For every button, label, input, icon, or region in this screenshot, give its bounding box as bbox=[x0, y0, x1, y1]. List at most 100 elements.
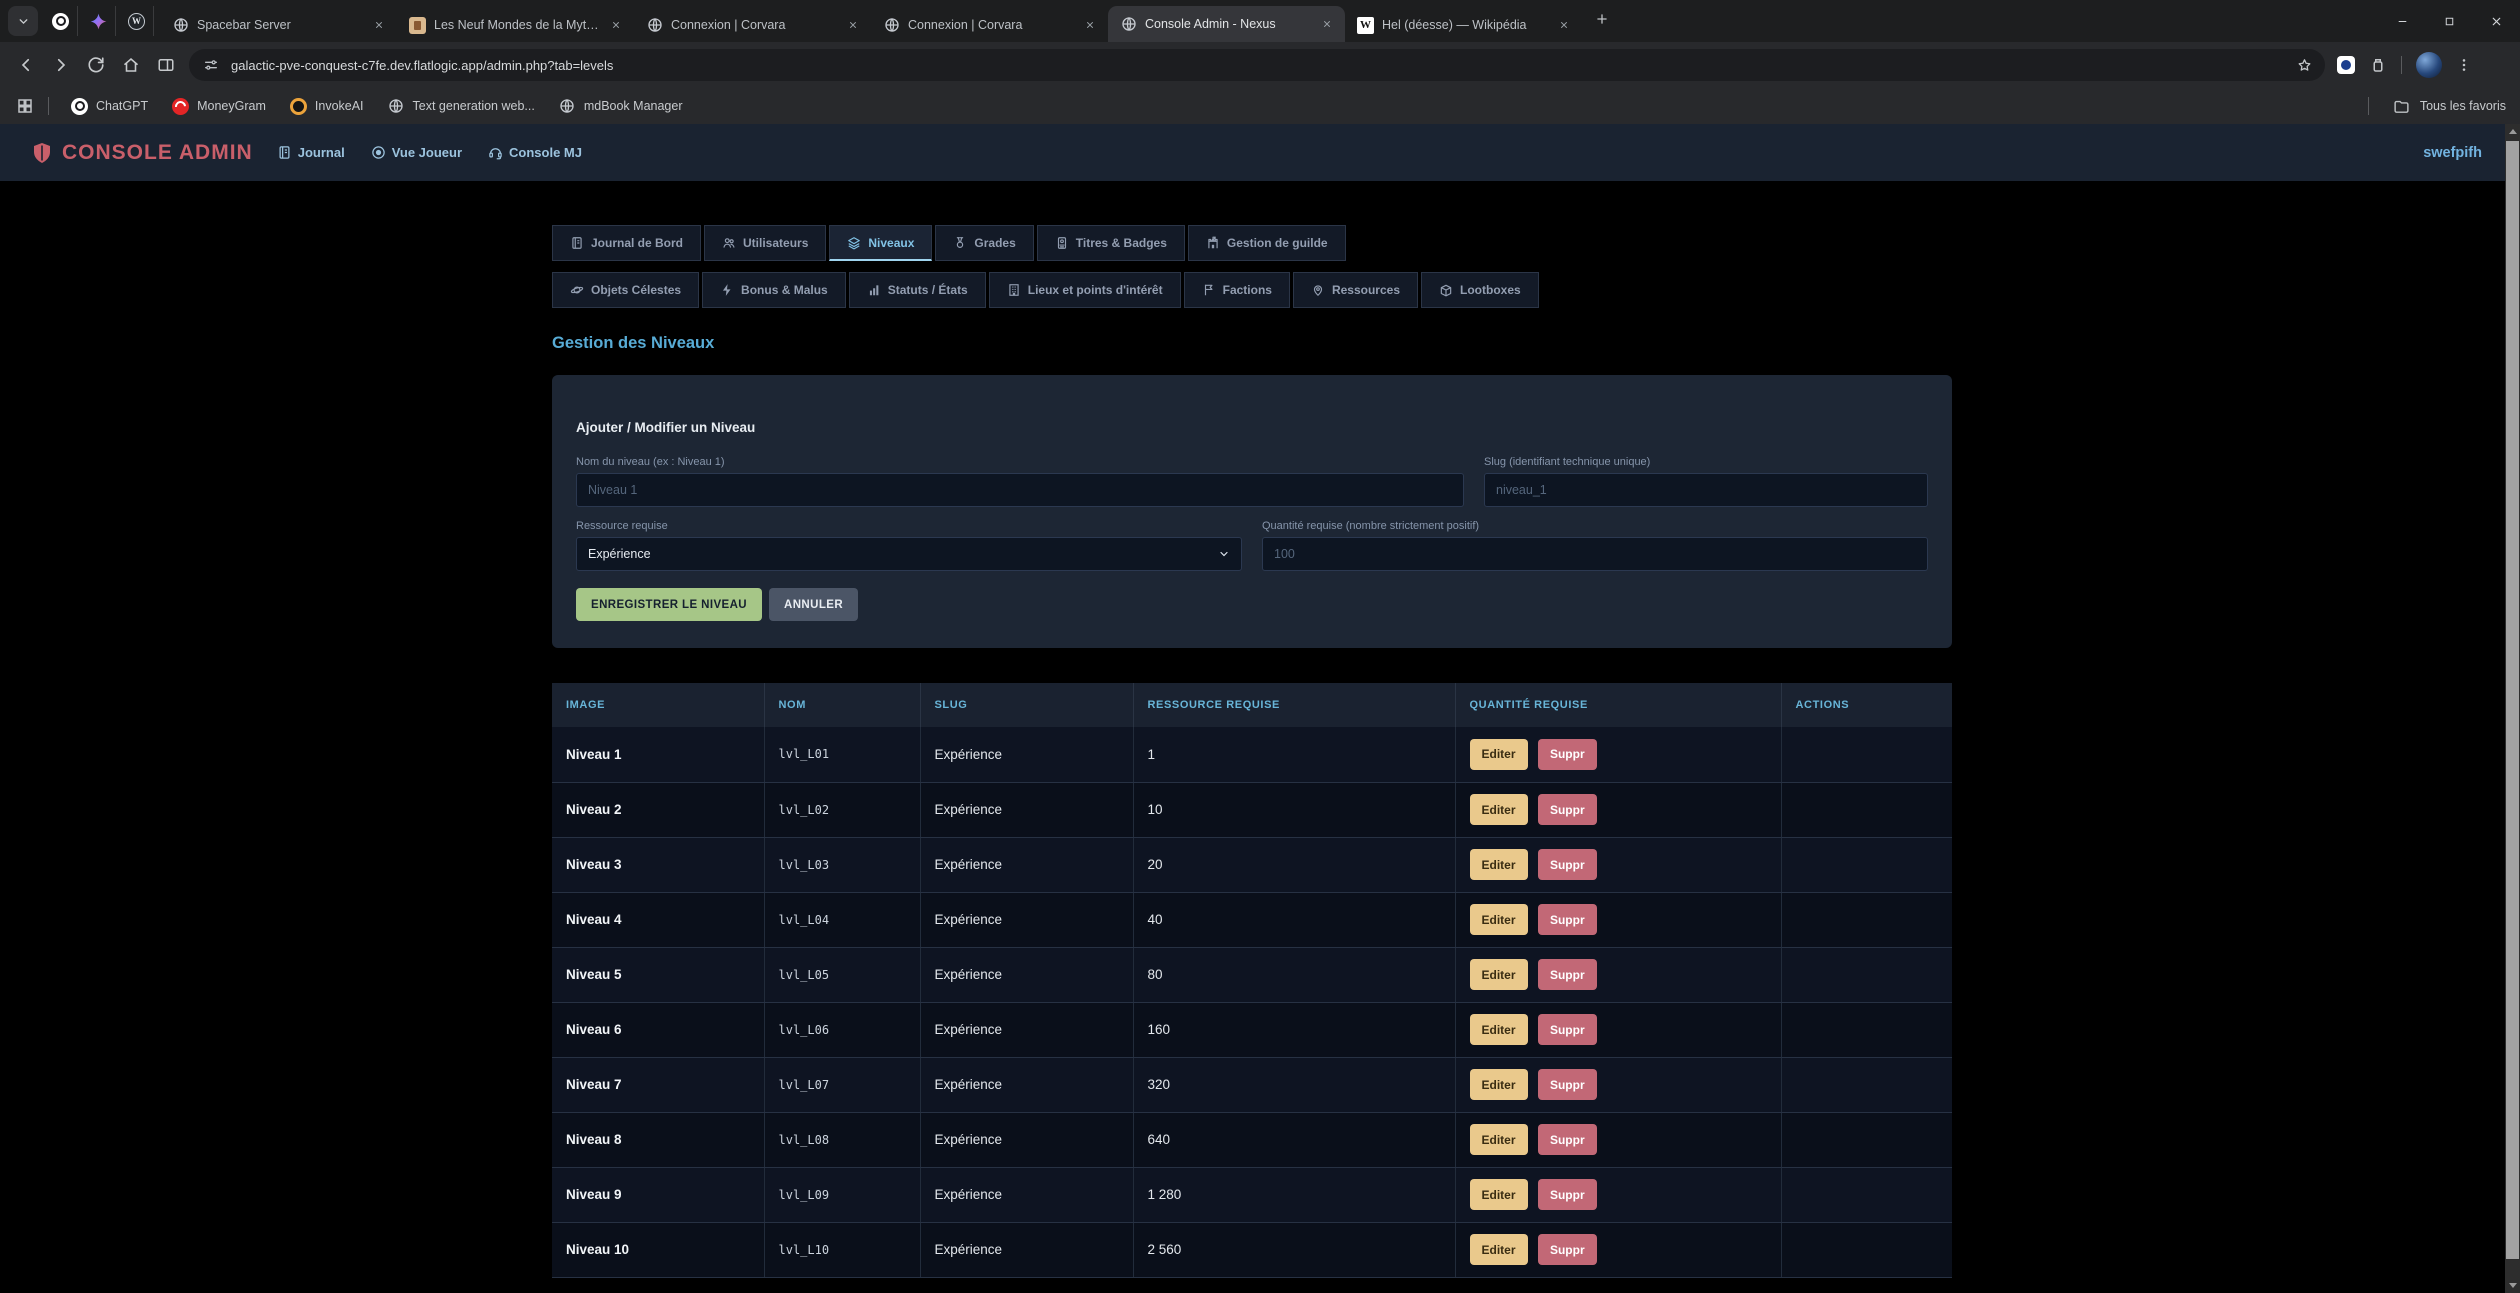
resource-select[interactable]: Expérience bbox=[576, 537, 1242, 571]
browser-tab[interactable]: Console Admin - Nexus bbox=[1108, 6, 1345, 42]
address-bar[interactable]: galactic-pve-conquest-c7fe.dev.flatlogic… bbox=[189, 49, 2325, 81]
tab-title: Connexion | Corvara bbox=[908, 18, 1073, 32]
secondary-tab[interactable]: Statuts / États bbox=[849, 272, 986, 308]
username[interactable]: swefpifh bbox=[2423, 145, 2482, 161]
quantity-input[interactable] bbox=[1262, 537, 1928, 571]
browser-tab[interactable]: Hel (déesse) — Wikipédia bbox=[1345, 8, 1582, 42]
name-input[interactable] bbox=[576, 473, 1464, 507]
secondary-tab[interactable]: Lootboxes bbox=[1421, 272, 1539, 308]
delete-button[interactable]: Suppr bbox=[1538, 1124, 1597, 1155]
new-tab-button[interactable] bbox=[1588, 5, 1616, 33]
wordpress-pinned-tab-icon[interactable] bbox=[120, 6, 154, 36]
empty-actions-cell bbox=[1781, 947, 1952, 1002]
edit-button[interactable]: Editer bbox=[1470, 1234, 1528, 1265]
home-icon[interactable] bbox=[113, 48, 148, 82]
tab-title: Les Neuf Mondes de la Mythol... bbox=[434, 18, 599, 32]
primary-tab[interactable]: Utilisateurs bbox=[704, 225, 826, 261]
primary-tab[interactable]: Journal de Bord bbox=[552, 225, 701, 261]
bookmark-item[interactable]: Text generation web... bbox=[376, 93, 547, 119]
maximize-icon[interactable] bbox=[2426, 0, 2473, 42]
delete-button[interactable]: Suppr bbox=[1538, 1069, 1597, 1100]
reload-icon[interactable] bbox=[78, 48, 113, 82]
minimize-icon[interactable] bbox=[2379, 0, 2426, 42]
edit-button[interactable]: Editer bbox=[1470, 739, 1528, 770]
scrollbar-up-arrow-icon[interactable] bbox=[2505, 124, 2520, 139]
tab-close-icon[interactable] bbox=[1555, 17, 1572, 34]
delete-button[interactable]: Suppr bbox=[1538, 1234, 1597, 1265]
gemini-pinned-tab-icon[interactable] bbox=[82, 6, 116, 36]
edit-button[interactable]: Editer bbox=[1470, 849, 1528, 880]
url-text[interactable]: galactic-pve-conquest-c7fe.dev.flatlogic… bbox=[231, 58, 613, 73]
edit-button[interactable]: Editer bbox=[1470, 959, 1528, 990]
primary-tab[interactable]: Grades bbox=[935, 225, 1033, 261]
delete-button[interactable]: Suppr bbox=[1538, 849, 1597, 880]
browser-tab[interactable]: Connexion | Corvara bbox=[634, 8, 871, 42]
browser-tab[interactable]: Spacebar Server bbox=[160, 8, 397, 42]
primary-tab[interactable]: Gestion de guilde bbox=[1188, 225, 1346, 261]
chatgpt-pinned-tab-icon[interactable] bbox=[44, 6, 78, 36]
profile-avatar[interactable] bbox=[2416, 52, 2442, 78]
delete-button[interactable]: Suppr bbox=[1538, 904, 1597, 935]
tab-search-button[interactable] bbox=[8, 6, 38, 36]
close-window-icon[interactable] bbox=[2473, 0, 2520, 42]
secondary-tab[interactable]: Factions bbox=[1184, 272, 1290, 308]
cancel-button[interactable]: ANNULER bbox=[769, 588, 858, 621]
browser-tab[interactable]: Les Neuf Mondes de la Mythol... bbox=[397, 8, 634, 42]
header-nav-item[interactable]: Journal bbox=[277, 145, 345, 160]
window-controls bbox=[2379, 0, 2520, 42]
edit-button[interactable]: Editer bbox=[1470, 1014, 1528, 1045]
pinned-tabs bbox=[44, 6, 154, 36]
bookmark-item[interactable]: ChatGPT bbox=[59, 93, 160, 119]
edit-button[interactable]: Editer bbox=[1470, 794, 1528, 825]
secondary-tab[interactable]: Objets Célestes bbox=[552, 272, 699, 308]
apps-grid-icon[interactable] bbox=[16, 97, 34, 115]
delete-button[interactable]: Suppr bbox=[1538, 794, 1597, 825]
header-nav-item[interactable]: Console MJ bbox=[488, 145, 582, 160]
primary-tab[interactable]: Niveaux bbox=[829, 225, 932, 261]
back-icon[interactable] bbox=[8, 48, 43, 82]
level-resource: Expérience bbox=[920, 1057, 1133, 1112]
extension-icon[interactable] bbox=[2337, 56, 2355, 74]
site-settings-icon[interactable] bbox=[203, 57, 219, 73]
scrollbar-down-arrow-icon[interactable] bbox=[2505, 1278, 2520, 1293]
bookmark-star-icon[interactable] bbox=[2296, 57, 2313, 74]
delete-button[interactable]: Suppr bbox=[1538, 959, 1597, 990]
tab-label: Bonus & Malus bbox=[741, 283, 828, 297]
delete-button[interactable]: Suppr bbox=[1538, 739, 1597, 770]
table-row: Niveau 9 lvl_L09 Expérience 1 280 Editer… bbox=[552, 1167, 1952, 1222]
save-level-button[interactable]: ENREGISTRER LE NIVEAU bbox=[576, 588, 762, 621]
brand[interactable]: CONSOLE ADMIN bbox=[30, 141, 253, 165]
forward-icon[interactable] bbox=[43, 48, 78, 82]
bookmark-item[interactable]: mdBook Manager bbox=[547, 93, 695, 119]
tab-close-icon[interactable] bbox=[844, 17, 861, 34]
edit-button[interactable]: Editer bbox=[1470, 1069, 1528, 1100]
tab-title: Connexion | Corvara bbox=[671, 18, 836, 32]
edit-button[interactable]: Editer bbox=[1470, 1124, 1528, 1155]
bookmark-item[interactable]: InvokeAI bbox=[278, 93, 376, 119]
tab-close-icon[interactable] bbox=[1318, 16, 1335, 33]
scrollbar-thumb[interactable] bbox=[2506, 141, 2519, 1259]
secondary-tab[interactable]: Bonus & Malus bbox=[702, 272, 846, 308]
secondary-tab[interactable]: Ressources bbox=[1293, 272, 1418, 308]
browser-tab[interactable]: Connexion | Corvara bbox=[871, 8, 1108, 42]
delete-button[interactable]: Suppr bbox=[1538, 1014, 1597, 1045]
extension-jar-icon[interactable] bbox=[2369, 56, 2387, 74]
column-header: QUANTITÉ REQUISE bbox=[1455, 683, 1781, 727]
scrollbar[interactable] bbox=[2505, 124, 2520, 1293]
tab-close-icon[interactable] bbox=[370, 17, 387, 34]
header-nav-item[interactable]: Vue Joueur bbox=[371, 145, 462, 160]
tab-close-icon[interactable] bbox=[1081, 17, 1098, 34]
secondary-tab[interactable]: Lieux et points d'intérêt bbox=[989, 272, 1181, 308]
all-bookmarks[interactable]: Tous les favoris bbox=[2368, 97, 2506, 115]
edit-button[interactable]: Editer bbox=[1470, 904, 1528, 935]
tab-close-icon[interactable] bbox=[607, 17, 624, 34]
delete-button[interactable]: Suppr bbox=[1538, 1179, 1597, 1210]
edit-button[interactable]: Editer bbox=[1470, 1179, 1528, 1210]
side-panel-icon[interactable] bbox=[148, 48, 183, 82]
menu-kebab-icon[interactable] bbox=[2456, 57, 2472, 73]
empty-actions-cell bbox=[1781, 1112, 1952, 1167]
tab-title: Spacebar Server bbox=[197, 18, 362, 32]
bookmark-item[interactable]: MoneyGram bbox=[160, 93, 278, 119]
slug-input[interactable] bbox=[1484, 473, 1928, 507]
primary-tab[interactable]: Titres & Badges bbox=[1037, 225, 1185, 261]
